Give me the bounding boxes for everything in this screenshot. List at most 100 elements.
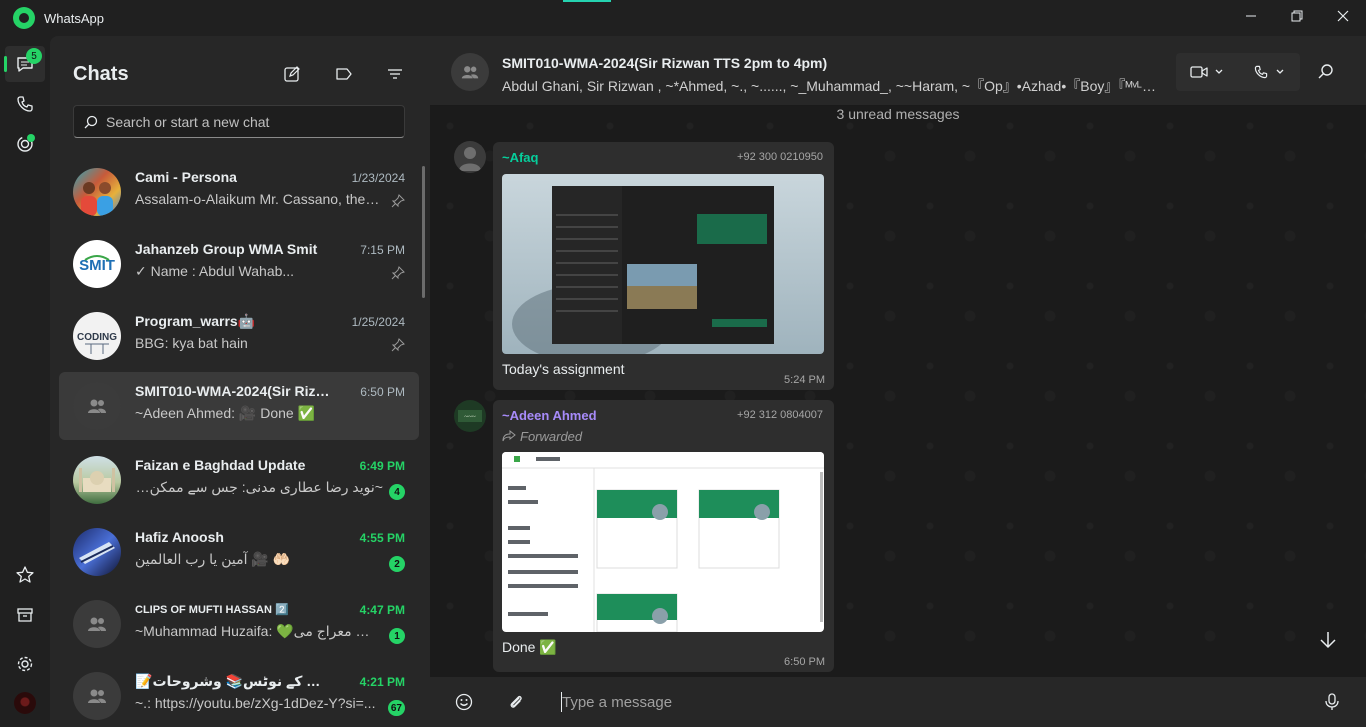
video-camera-icon xyxy=(1190,66,1208,78)
svg-text:~~~: ~~~ xyxy=(464,413,476,421)
unread-messages-banner: 3 unread messages xyxy=(836,106,960,122)
message-input[interactable] xyxy=(562,690,1302,714)
pin-icon xyxy=(391,338,405,352)
chat-avatar xyxy=(73,168,121,216)
unread-badge: 2 xyxy=(389,556,405,572)
message-sender[interactable]: ~Afaq xyxy=(502,150,538,165)
chat-avatar xyxy=(73,672,121,720)
group-avatar[interactable] xyxy=(451,53,489,91)
avatar-image-icon: ~~~ xyxy=(458,410,482,422)
search-icon xyxy=(84,115,98,128)
calls-nav-button[interactable] xyxy=(5,86,45,122)
minimize-button[interactable] xyxy=(1228,0,1274,32)
settings-nav-button[interactable] xyxy=(5,646,45,682)
message-time: 6:50 PM xyxy=(784,656,825,668)
unread-badge: 4 xyxy=(389,484,405,500)
chat-name: Jahanzeb Group WMA Smit xyxy=(135,241,318,257)
message-area[interactable]: 3 unread messages ~Afaq +92 300 0210950 xyxy=(430,106,1366,677)
chat-time: 4:47 PM xyxy=(359,603,405,617)
chat-name: SMIT010-WMA-2024(Sir Rizwa... xyxy=(135,383,335,399)
chat-list-panel: Chats Cami - Persona 1/23/2024 Assalam-o… xyxy=(50,36,430,727)
close-icon xyxy=(1337,10,1349,22)
sender-phone: +92 300 0210950 xyxy=(737,151,823,163)
chat-avatar xyxy=(73,382,121,430)
chat-item-jahanzeb-group[interactable]: SMIT Jahanzeb Group WMA Smit 7:15 PM ✓ N… xyxy=(59,230,419,298)
group-icon xyxy=(88,689,106,703)
app-title: WhatsApp xyxy=(44,10,104,26)
chat-preview: ~Adeen Ahmed: 🎥 Done ✅ xyxy=(135,405,316,421)
message-caption: Today's assignment xyxy=(502,361,625,377)
chat-avatar xyxy=(73,600,121,648)
emoji-icon[interactable] xyxy=(454,692,474,712)
window-controls xyxy=(1228,0,1366,32)
star-icon xyxy=(16,566,34,583)
sender-avatar[interactable]: ~~~ xyxy=(454,400,486,432)
chat-time: 1/23/2024 xyxy=(351,171,405,185)
filter-button[interactable] xyxy=(385,64,405,84)
chat-time: 7:15 PM xyxy=(360,243,405,257)
message-image[interactable] xyxy=(502,174,824,354)
chat-time: 1/25/2024 xyxy=(351,315,405,329)
chat-time: 6:49 PM xyxy=(359,459,405,473)
message-image[interactable] xyxy=(502,452,824,632)
chat-avatar xyxy=(73,528,121,576)
conversation-panel: SMIT010-WMA-2024(Sir Rizwan TTS 2pm to 4… xyxy=(430,36,1366,727)
message-bubble[interactable]: ~Adeen Ahmed +92 312 0804007 Forwarded D… xyxy=(493,400,834,672)
chat-item-cami-persona[interactable]: Cami - Persona 1/23/2024 Assalam-o-Alaik… xyxy=(59,158,419,226)
chat-preview: آمین یا رب العالمین 🎥 🤲🏻 xyxy=(135,551,291,567)
message-composer xyxy=(430,677,1366,727)
forward-icon xyxy=(502,429,516,442)
sender-avatar[interactable] xyxy=(454,141,486,173)
message-time: 5:24 PM xyxy=(784,374,825,386)
mosque-image-icon xyxy=(79,468,115,492)
avatar-people-icon xyxy=(81,182,113,216)
chat-item-hafiz-anoosh[interactable]: Hafiz Anoosh 4:55 PM آمین یا رب العالمین… xyxy=(59,518,419,586)
chat-item-kanzul-madaris[interactable]: 📝کنزالمدارس کے نوٹس📚 وشروحات 4:21 PM ~.:… xyxy=(59,662,419,727)
starred-nav-button[interactable] xyxy=(5,557,45,593)
chevron-down-icon xyxy=(1276,69,1284,74)
chat-avatar xyxy=(73,456,121,504)
chats-unread-badge: 5 xyxy=(26,48,42,64)
archive-icon xyxy=(17,608,33,622)
chat-list-scrollbar[interactable] xyxy=(422,166,425,298)
whatsapp-logo-icon xyxy=(13,7,35,29)
scroll-down-button[interactable] xyxy=(1316,628,1340,652)
label-icon xyxy=(336,68,352,80)
group-icon xyxy=(88,617,106,631)
attach-icon[interactable] xyxy=(506,692,526,712)
chat-item-program-warrs[interactable]: CODING Program_warrs🤖 1/25/2024 BBG: kya… xyxy=(59,302,419,370)
unread-badge: 1 xyxy=(389,628,405,644)
close-button[interactable] xyxy=(1320,0,1366,32)
maximize-button[interactable] xyxy=(1274,0,1320,32)
chat-name: Cami - Persona xyxy=(135,169,237,185)
search-input[interactable] xyxy=(106,113,386,130)
conversation-header[interactable]: SMIT010-WMA-2024(Sir Rizwan TTS 2pm to 4… xyxy=(430,36,1366,106)
profile-avatar xyxy=(14,692,36,714)
new-chat-button[interactable] xyxy=(282,64,302,84)
archive-nav-button[interactable] xyxy=(5,597,45,633)
status-nav-button[interactable] xyxy=(5,126,45,162)
chat-preview: Assalam-o-Alaikum Mr. Cassano, the f... xyxy=(135,191,383,207)
pin-icon xyxy=(391,266,405,280)
profile-button[interactable] xyxy=(5,685,45,721)
search-icon[interactable] xyxy=(1316,62,1336,82)
microphone-icon[interactable] xyxy=(1322,692,1342,712)
labels-button[interactable] xyxy=(334,64,354,84)
group-icon xyxy=(461,66,479,79)
chat-preview: BBG: kya bat hain xyxy=(135,335,248,351)
chat-item-clips-mufti-hassan[interactable]: CLIPS OF MUFTI HASSAN 2️⃣ 4:47 PM ~Muham… xyxy=(59,590,419,658)
message-bubble[interactable]: ~Afaq +92 300 0210950 Today's assignment… xyxy=(493,142,834,390)
chat-item-smit010[interactable]: SMIT010-WMA-2024(Sir Rizwa... 6:50 PM ~A… xyxy=(59,372,419,440)
forwarded-label: Forwarded xyxy=(502,429,582,444)
chat-name: 📝کنزالمدارس کے نوٹس📚 وشروحات xyxy=(135,673,335,689)
smit-logo-icon: SMIT xyxy=(79,255,115,274)
svg-text:SMIT: SMIT xyxy=(79,257,115,274)
chat-preview: ~.: https://youtu.be/zXg-1dDez-Y?si=... xyxy=(135,695,376,711)
message-sender[interactable]: ~Adeen Ahmed xyxy=(502,408,597,423)
video-call-button[interactable] xyxy=(1176,53,1238,91)
chat-item-faizan-e-baghdad[interactable]: Faizan e Baghdad Update 6:49 PM ~نوید رض… xyxy=(59,446,419,514)
navigation-rail: 5 xyxy=(0,36,50,727)
call-buttons xyxy=(1176,53,1300,91)
drag-indicator xyxy=(563,0,611,2)
voice-call-button[interactable] xyxy=(1238,53,1300,91)
